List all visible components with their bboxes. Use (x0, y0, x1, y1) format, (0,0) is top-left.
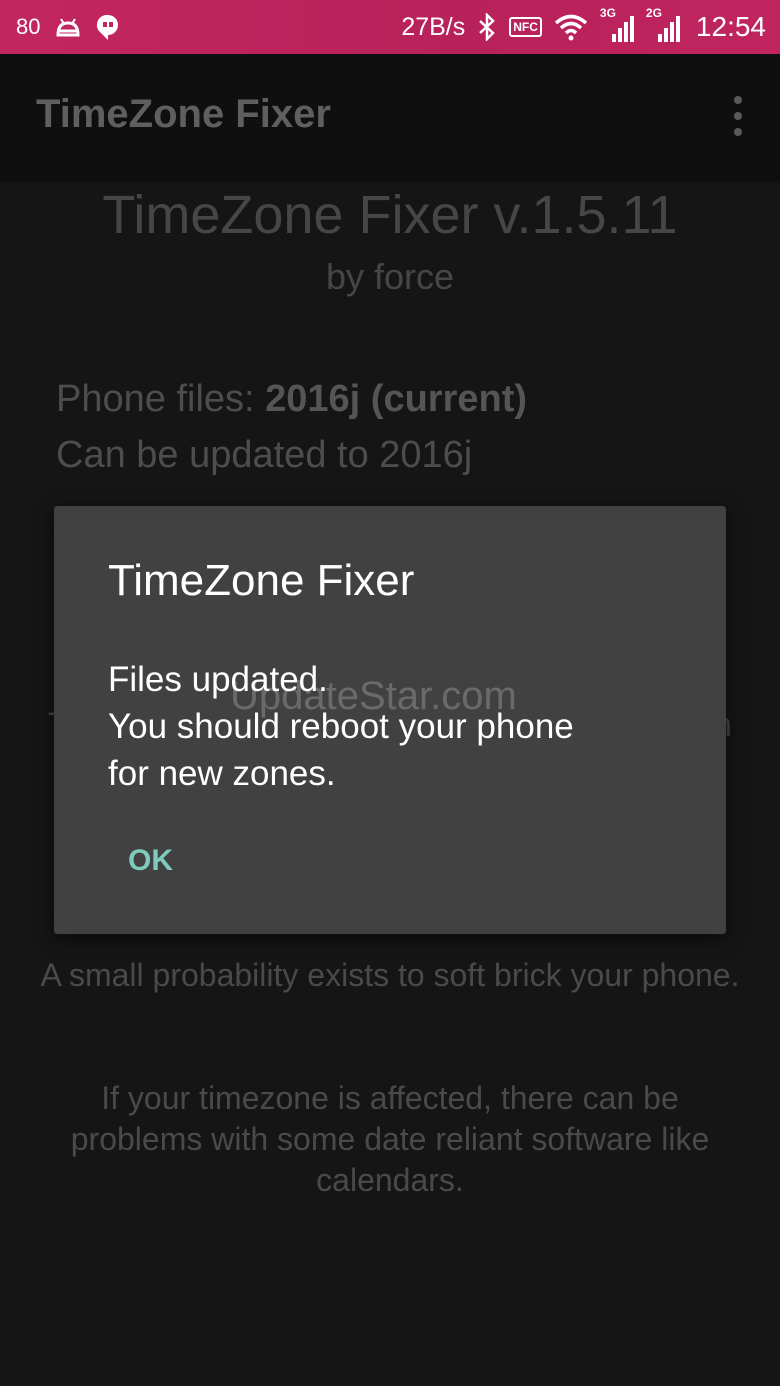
overflow-menu-icon[interactable] (730, 96, 746, 136)
status-right: 27B/s NFC 3G 2G 12:54 (401, 6, 766, 46)
version-heading: TimeZone Fixer v.1.5.11 (102, 185, 678, 245)
author-label: by force (325, 256, 455, 297)
phone-files-value: 2016j (current) (265, 378, 528, 420)
dialog-message-line: for new zones. (108, 754, 336, 793)
update-status: Can be updated to 2016j (56, 434, 473, 476)
clock: 12:54 (695, 11, 766, 42)
signal-icon-sim1: 3G (600, 6, 634, 42)
dialog-title: TimeZone Fixer (108, 556, 415, 605)
hangouts-icon (97, 14, 119, 40)
wifi-icon (554, 14, 588, 41)
android-icon (56, 18, 80, 37)
nfc-icon: NFC (509, 17, 542, 37)
status-left: 80 (16, 10, 120, 44)
status-bar: 80 27B/s NFC 3G 2G 12:54 (0, 0, 780, 54)
battery-level: 80 (16, 14, 41, 39)
phone-files-status: Phone files: 2016j (current) (56, 378, 527, 421)
bluetooth-icon (479, 13, 496, 41)
network-speed: 27B/s (401, 12, 466, 41)
soft-brick-warning: A small probability exists to soft brick… (40, 957, 740, 993)
ok-button[interactable]: OK (110, 832, 191, 890)
files-updated-dialog: TimeZone Fixer Files updated. You should… (54, 506, 726, 934)
watermark: UpdateStar.com (230, 674, 517, 718)
signal-icon-sim2: 2G (646, 6, 680, 42)
timezone-note: If your timezone is affected, there can … (70, 1080, 710, 1198)
app-title: TimeZone Fixer (36, 92, 331, 136)
phone-files-label: Phone files: (56, 378, 266, 420)
